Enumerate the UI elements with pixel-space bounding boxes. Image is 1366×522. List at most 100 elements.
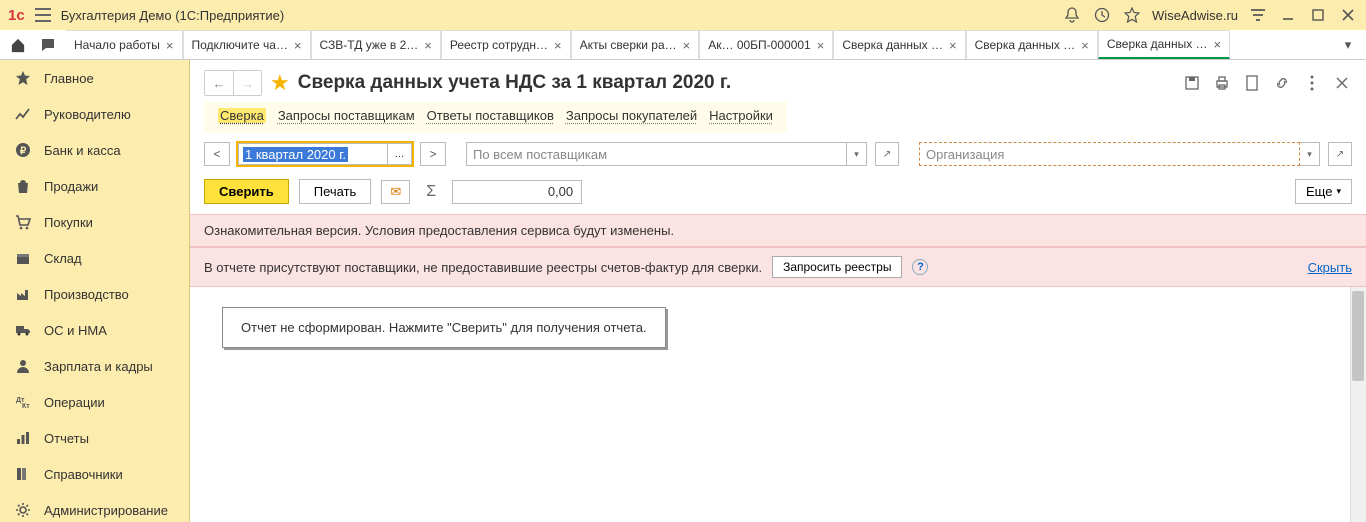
supplier-open-button[interactable]: ↗ [875, 142, 899, 166]
star-outline-icon[interactable] [1122, 5, 1142, 25]
sidebar-item-7[interactable]: ОС и НМА [0, 312, 189, 348]
scroll-thumb[interactable] [1352, 291, 1364, 381]
org-dropdown-icon[interactable]: ▾ [1300, 142, 1320, 166]
banner2-text: В отчете присутствуют поставщики, не пре… [204, 260, 762, 275]
org-input[interactable]: Организация [919, 142, 1300, 166]
document-icon[interactable] [1242, 73, 1262, 93]
mail-button[interactable]: ✉ [381, 180, 410, 204]
hamburger-icon[interactable] [33, 5, 53, 25]
verify-button[interactable]: Сверить [204, 179, 289, 204]
request-registries-button[interactable]: Запросить реестры [772, 256, 902, 278]
tab-label: Сверка данных … [842, 38, 943, 52]
minimize-icon[interactable] [1278, 5, 1298, 25]
subtab-0[interactable]: Сверка [218, 108, 266, 123]
more-vertical-icon[interactable] [1302, 73, 1322, 93]
tab-close-icon[interactable]: × [166, 38, 174, 53]
sidebar-item-5[interactable]: Склад [0, 240, 189, 276]
tab-close-icon[interactable]: × [554, 38, 562, 53]
tab-0[interactable]: Начало работы× [66, 30, 183, 59]
close-page-icon[interactable] [1332, 73, 1352, 93]
org-open-button[interactable]: ↗ [1328, 142, 1352, 166]
print-button[interactable]: Печать [299, 179, 372, 204]
sidebar-item-3[interactable]: Продажи [0, 168, 189, 204]
sidebar-item-12[interactable]: Администрирование [0, 492, 189, 522]
tab-2[interactable]: СЗВ-ТД уже в 2… × [311, 30, 441, 59]
subtab-2[interactable]: Ответы поставщиков [427, 108, 554, 123]
sidebar-item-2[interactable]: ₽ Банк и касса [0, 132, 189, 168]
nav-back-button[interactable]: ← [205, 71, 233, 95]
help-icon[interactable]: ? [912, 259, 928, 275]
supplier-dropdown-icon[interactable]: ▾ [847, 142, 867, 166]
tab-close-icon[interactable]: × [294, 38, 302, 53]
sidebar-item-label: Банк и касса [44, 143, 121, 158]
subtab-3[interactable]: Запросы покупателей [566, 108, 697, 123]
supplier-combo: По всем поставщикам ▾ [466, 142, 867, 166]
banner1-text: Ознакомительная версия. Условия предоста… [204, 223, 674, 238]
info-banner-2: В отчете присутствуют поставщики, не пре… [190, 247, 1366, 287]
maximize-icon[interactable] [1308, 5, 1328, 25]
home-icon[interactable] [6, 33, 30, 57]
sidebar-item-1[interactable]: Руководителю [0, 96, 189, 132]
period-prev-button[interactable]: < [204, 142, 230, 166]
tab-label: СЗВ-ТД уже в 2… [320, 38, 419, 52]
link-icon[interactable] [1272, 73, 1292, 93]
supplier-input[interactable]: По всем поставщикам [466, 142, 847, 166]
history-icon[interactable] [1092, 5, 1112, 25]
tab-close-icon[interactable]: × [817, 38, 825, 53]
star-icon [14, 69, 32, 87]
sidebar-item-4[interactable]: Покупки [0, 204, 189, 240]
chat-icon[interactable] [36, 33, 60, 57]
report-area: Отчет не сформирован. Нажмите "Сверить" … [190, 287, 1366, 522]
tab-6[interactable]: Сверка данных … × [833, 30, 965, 59]
cart-icon [14, 213, 32, 231]
sidebar-item-9[interactable]: ДтКтОперации [0, 384, 189, 420]
tab-8[interactable]: Сверка данных …× [1098, 30, 1230, 59]
print-icon[interactable] [1212, 73, 1232, 93]
close-window-icon[interactable] [1338, 5, 1358, 25]
bell-icon[interactable] [1062, 5, 1082, 25]
bag-icon [14, 177, 32, 195]
hide-link[interactable]: Скрыть [1308, 260, 1352, 275]
sidebar-item-6[interactable]: Производство [0, 276, 189, 312]
period-selector: 1 квартал 2020 г. ... [236, 141, 414, 167]
app-logo: 1c [8, 7, 25, 24]
filter-icon[interactable] [1248, 5, 1268, 25]
sidebar-item-label: Отчеты [44, 431, 89, 446]
subtab-1[interactable]: Запросы поставщикам [278, 108, 415, 123]
tab-close-icon[interactable]: × [424, 38, 432, 53]
subtab-4[interactable]: Настройки [709, 108, 773, 123]
tab-5[interactable]: Ак… 00БП-000001× [699, 30, 833, 59]
tab-close-icon[interactable]: × [683, 38, 691, 53]
more-button[interactable]: Еще ▾ [1295, 179, 1352, 204]
chart-icon [14, 105, 32, 123]
tab-close-icon[interactable]: × [1214, 37, 1222, 52]
nav-forward-button[interactable]: → [233, 71, 261, 95]
tab-1[interactable]: Подключите ча… × [183, 30, 311, 59]
tab-4[interactable]: Акты сверки ра…× [571, 30, 700, 59]
sidebar-item-label: Зарплата и кадры [44, 359, 153, 374]
person-icon [14, 357, 32, 375]
svg-text:₽: ₽ [20, 146, 27, 157]
sidebar-item-label: Производство [44, 287, 129, 302]
save-icon[interactable] [1182, 73, 1202, 93]
tab-label: Подключите ча… [192, 38, 288, 52]
period-picker-button[interactable]: ... [388, 143, 412, 165]
bars-icon [14, 429, 32, 447]
favorite-star-icon[interactable]: ★ [270, 70, 290, 96]
tab-7[interactable]: Сверка данных …× [966, 30, 1098, 59]
tab-close-icon[interactable]: × [1081, 38, 1089, 53]
sidebar-item-0[interactable]: Главное [0, 60, 189, 96]
tab-close-icon[interactable]: × [949, 38, 957, 53]
brand-link[interactable]: WiseAdwise.ru [1152, 8, 1238, 23]
period-input[interactable]: 1 квартал 2020 г. [238, 143, 388, 165]
sidebar: ГлавноеРуководителю₽Банк и кассаПродажиП… [0, 60, 190, 522]
sidebar-item-11[interactable]: Справочники [0, 456, 189, 492]
sidebar-item-10[interactable]: Отчеты [0, 420, 189, 456]
period-next-button[interactable]: > [420, 142, 446, 166]
tabs-dropdown-icon[interactable]: ▾ [1336, 33, 1360, 57]
app-title: Бухгалтерия Демо (1С:Предприятие) [61, 8, 1062, 23]
sidebar-item-8[interactable]: Зарплата и кадры [0, 348, 189, 384]
vertical-scrollbar[interactable] [1350, 287, 1366, 522]
books-icon [14, 465, 32, 483]
tab-3[interactable]: Реестр сотрудн…× [441, 30, 571, 59]
